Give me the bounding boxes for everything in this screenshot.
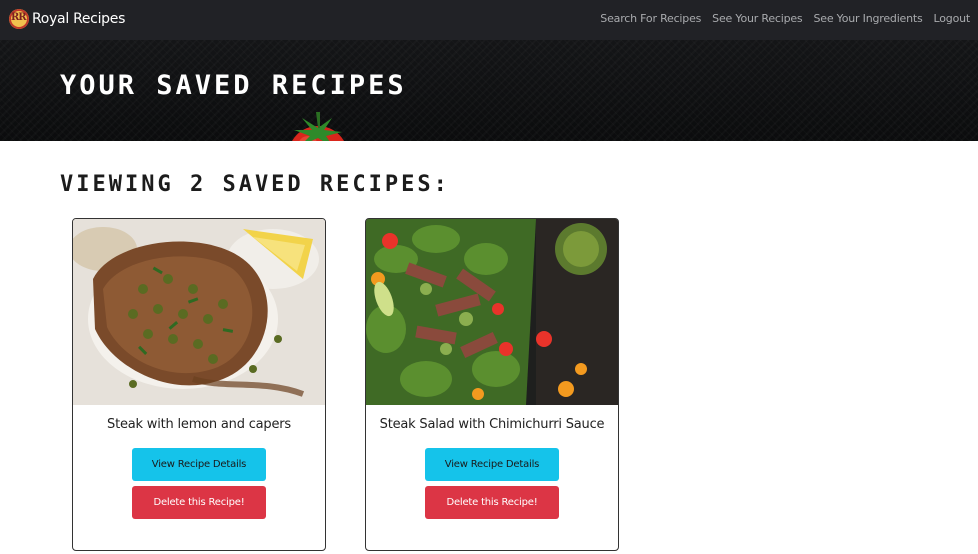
nav-link-see-ingredients[interactable]: See Your Ingredients	[813, 12, 922, 25]
recipe-card: Steak with lemon and capers View Recipe …	[72, 218, 326, 551]
recipe-card: Steak Salad with Chimichurri Sauce View …	[365, 218, 619, 551]
nav-link-search-recipes[interactable]: Search For Recipes	[600, 12, 701, 25]
tomato-icon	[292, 112, 344, 141]
delete-recipe-button[interactable]: Delete this Recipe!	[132, 486, 266, 519]
hero-banner: YOUR SAVED RECIPES	[0, 40, 978, 141]
recipe-image	[366, 219, 618, 405]
recipe-image	[73, 219, 325, 405]
saved-recipes-heading: VIEWING 2 SAVED RECIPES:	[60, 172, 450, 197]
navbar: RR Royal Recipes Search For Recipes See …	[0, 0, 978, 40]
view-recipe-details-button[interactable]: View Recipe Details	[425, 448, 559, 481]
nav-link-logout[interactable]: Logout	[934, 12, 971, 25]
nav-links: Search For Recipes See Your Recipes See …	[600, 12, 970, 25]
delete-recipe-button[interactable]: Delete this Recipe!	[425, 486, 559, 519]
recipe-title: Steak with lemon and capers	[107, 417, 291, 432]
brand-link[interactable]: RR Royal Recipes	[9, 9, 125, 29]
view-recipe-details-button[interactable]: View Recipe Details	[132, 448, 266, 481]
page-title: YOUR SAVED RECIPES	[60, 70, 407, 101]
royal-recipes-logo-icon: RR	[9, 9, 29, 29]
nav-link-see-recipes[interactable]: See Your Recipes	[712, 12, 802, 25]
brand-name: Royal Recipes	[32, 11, 126, 27]
recipe-title: Steak Salad with Chimichurri Sauce	[379, 417, 605, 432]
